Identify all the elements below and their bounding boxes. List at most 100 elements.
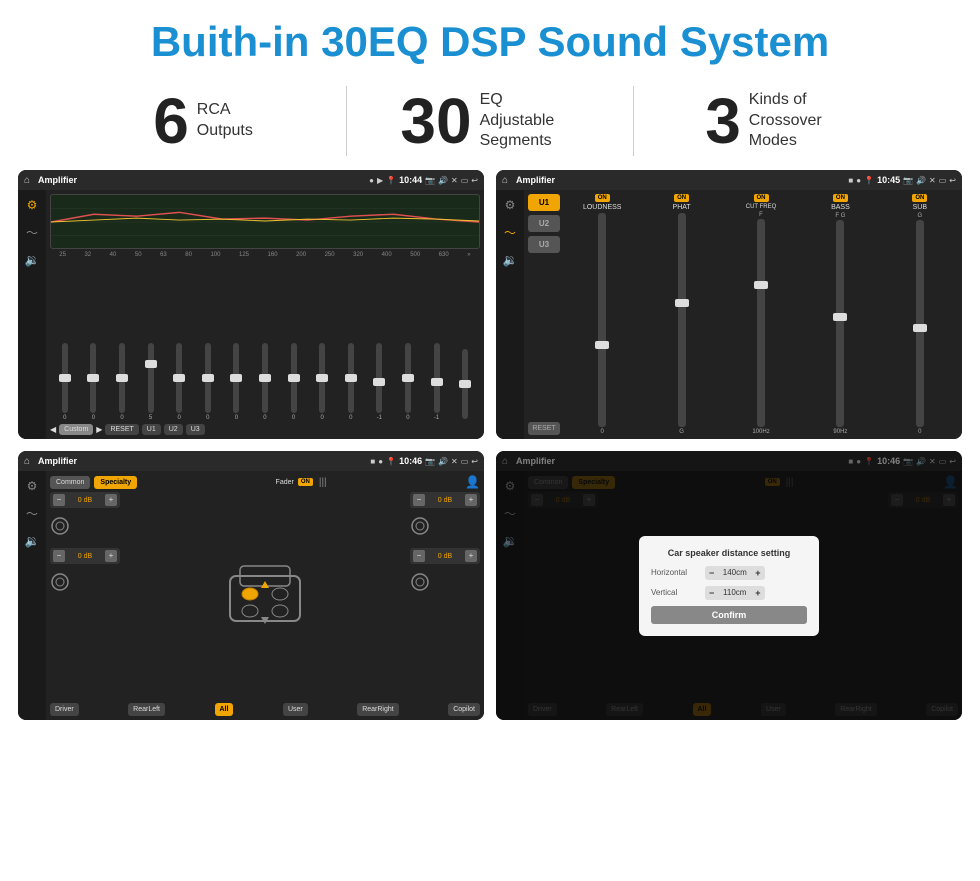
crossover-screen-content: ⚙ 〜 🔉 U1 U2 U3 RESET ON LOUDNESS (496, 190, 962, 439)
copilot-btn[interactable]: Copilot (448, 703, 480, 716)
eq-slider-8[interactable]: 0 (281, 343, 307, 421)
horizontal-plus[interactable]: + (755, 568, 760, 578)
fader-status-bar: ⌂ Amplifier ■ ● 📍 10:46 📷 🔊 ✕ ▭ ↩ (18, 451, 484, 471)
phat-slider-track[interactable] (678, 213, 686, 427)
dot-icon-5: ● (378, 457, 383, 466)
plus-btn-tr[interactable]: + (465, 494, 477, 506)
vertical-plus[interactable]: + (755, 588, 760, 598)
all-btn[interactable]: All (215, 703, 234, 716)
eq-bottom-bar: ◀ Custom ▶ RESET U1 U2 U3 (50, 424, 480, 435)
crossover-reset-btn[interactable]: RESET (528, 422, 560, 435)
fader-screen-title: Amplifier (38, 456, 366, 466)
plus-btn-bl[interactable]: + (105, 550, 117, 562)
loudness-slider-track[interactable] (598, 213, 606, 427)
vertical-minus[interactable]: − (709, 588, 714, 598)
common-tab[interactable]: Common (50, 476, 90, 489)
wave-icon[interactable]: 〜 (26, 224, 38, 241)
eq-slider-12[interactable]: 0 (395, 343, 421, 421)
eq-u2-btn[interactable]: U2 (164, 424, 183, 435)
eq-screen-card: ⌂ Amplifier ● ▶ 📍 10:44 📷 🔊 ✕ ▭ ↩ ⚙ 〜 🔉 (18, 170, 484, 439)
dialog-overlay: Car speaker distance setting Horizontal … (496, 451, 962, 720)
eq-slider-10[interactable]: 0 (338, 343, 364, 421)
horizontal-minus[interactable]: − (709, 568, 714, 578)
battery-icon: ▭ (461, 176, 469, 185)
u2-btn[interactable]: U2 (528, 215, 560, 232)
back-icon[interactable]: ↩ (471, 176, 478, 185)
minus-btn-br[interactable]: − (413, 550, 425, 562)
fader-speaker-layout: − 0 dB + − 0 dB (50, 492, 480, 700)
driver-btn[interactable]: Driver (50, 703, 79, 716)
eq-icon[interactable]: ⚙ (27, 198, 38, 212)
user-icon[interactable]: 👤 (465, 475, 480, 489)
eq-prev-btn[interactable]: ◀ (50, 425, 56, 434)
eq-u1-btn[interactable]: U1 (142, 424, 161, 435)
eq-slider-13[interactable]: -1 (424, 343, 450, 421)
eq-slider-6[interactable]: 0 (224, 343, 250, 421)
plus-btn-tl[interactable]: + (105, 494, 117, 506)
minus-btn-tr[interactable]: − (413, 494, 425, 506)
home-icon[interactable]: ⌂ (24, 175, 30, 186)
crossover-side-icons: ⚙ 〜 🔉 (496, 190, 524, 439)
wave-icon-2[interactable]: 〜 (504, 224, 516, 241)
minus-btn-bl[interactable]: − (53, 550, 65, 562)
eq-slider-0[interactable]: 0 (52, 343, 78, 421)
speaker-icon-3[interactable]: 🔉 (25, 534, 40, 548)
eq-next-btn[interactable]: ▶ (96, 425, 102, 434)
horizontal-label: Horizontal (651, 568, 701, 577)
rear-left-btn[interactable]: RearLeft (128, 703, 165, 716)
speaker-icon[interactable]: 🔉 (25, 253, 40, 267)
eq-custom-btn[interactable]: Custom (59, 424, 93, 435)
plus-btn-br[interactable]: + (465, 550, 477, 562)
back-icon-3[interactable]: ↩ (471, 457, 478, 466)
vertical-value: 110cm (717, 588, 752, 597)
eq-freq-labels: 25 32 40 50 63 80 100 125 160 200 250 32… (50, 252, 480, 258)
eq-graph-svg (51, 195, 479, 248)
db-val-tl: 0 dB (67, 497, 103, 504)
eq-slider-14[interactable] (452, 349, 478, 421)
crossover-status-icons: ■ ● 📍 10:45 📷 🔊 ✕ ▭ ↩ (848, 175, 956, 185)
bass-slider-track[interactable] (836, 220, 844, 427)
eq-slider-5[interactable]: 0 (195, 343, 221, 421)
speaker-fr-icon (410, 516, 430, 536)
u1-btn[interactable]: U1 (528, 194, 560, 211)
cutfreq-slider-track[interactable] (757, 219, 765, 427)
specialty-tab[interactable]: Specialty (94, 476, 137, 489)
location-icon: 📍 (386, 176, 396, 185)
eq-slider-2[interactable]: 0 (109, 343, 135, 421)
rear-right-btn[interactable]: RearRight (357, 703, 399, 716)
user-btn[interactable]: User (283, 703, 308, 716)
speaker-icon-2[interactable]: 🔉 (503, 253, 518, 267)
dot-icon-4: ■ (370, 457, 375, 466)
minus-btn-tl[interactable]: − (53, 494, 65, 506)
fader-time: 10:46 (399, 456, 422, 466)
dialog-horizontal-row: Horizontal − 140cm + (651, 566, 807, 580)
wave-icon-3[interactable]: 〜 (26, 505, 38, 522)
db-control-tl: − 0 dB + (50, 492, 120, 508)
eq-slider-11[interactable]: -1 (367, 343, 393, 421)
home-icon-2[interactable]: ⌂ (502, 175, 508, 186)
back-icon-2[interactable]: ↩ (949, 176, 956, 185)
db-control-tr: − 0 dB + (410, 492, 480, 508)
confirm-button[interactable]: Confirm (651, 606, 807, 624)
eq-slider-9[interactable]: 0 (309, 343, 335, 421)
eq-slider-3[interactable]: 5 (138, 343, 164, 421)
stats-row: 6 RCA Outputs 30 EQ Adjustable Segments … (0, 76, 980, 170)
sub-slider-track[interactable] (916, 220, 924, 427)
eq-time: 10:44 (399, 175, 422, 185)
eq-status-bar: ⌂ Amplifier ● ▶ 📍 10:44 📷 🔊 ✕ ▭ ↩ (18, 170, 484, 190)
home-icon-3[interactable]: ⌂ (24, 456, 30, 467)
u3-btn[interactable]: U3 (528, 236, 560, 253)
eq-u3-btn[interactable]: U3 (186, 424, 205, 435)
fader-left-col: − 0 dB + − 0 dB (50, 492, 120, 700)
location-icon-2: 📍 (864, 176, 874, 185)
eq-slider-1[interactable]: 0 (81, 343, 107, 421)
eq-icon-3[interactable]: ⚙ (27, 479, 38, 493)
eq-slider-7[interactable]: 0 (252, 343, 278, 421)
fader-side-icons: ⚙ 〜 🔉 (18, 471, 46, 720)
eq-slider-4[interactable]: 0 (166, 343, 192, 421)
eq-panel: 25 32 40 50 63 80 100 125 160 200 250 32… (46, 190, 484, 439)
eq-icon-2[interactable]: ⚙ (505, 198, 516, 212)
eq-reset-btn[interactable]: RESET (105, 424, 138, 435)
cutfreq-label: CUT FREQ (746, 204, 777, 210)
fader-screen-content: ⚙ 〜 🔉 Common Specialty Fader ON ||| 👤 (18, 471, 484, 720)
